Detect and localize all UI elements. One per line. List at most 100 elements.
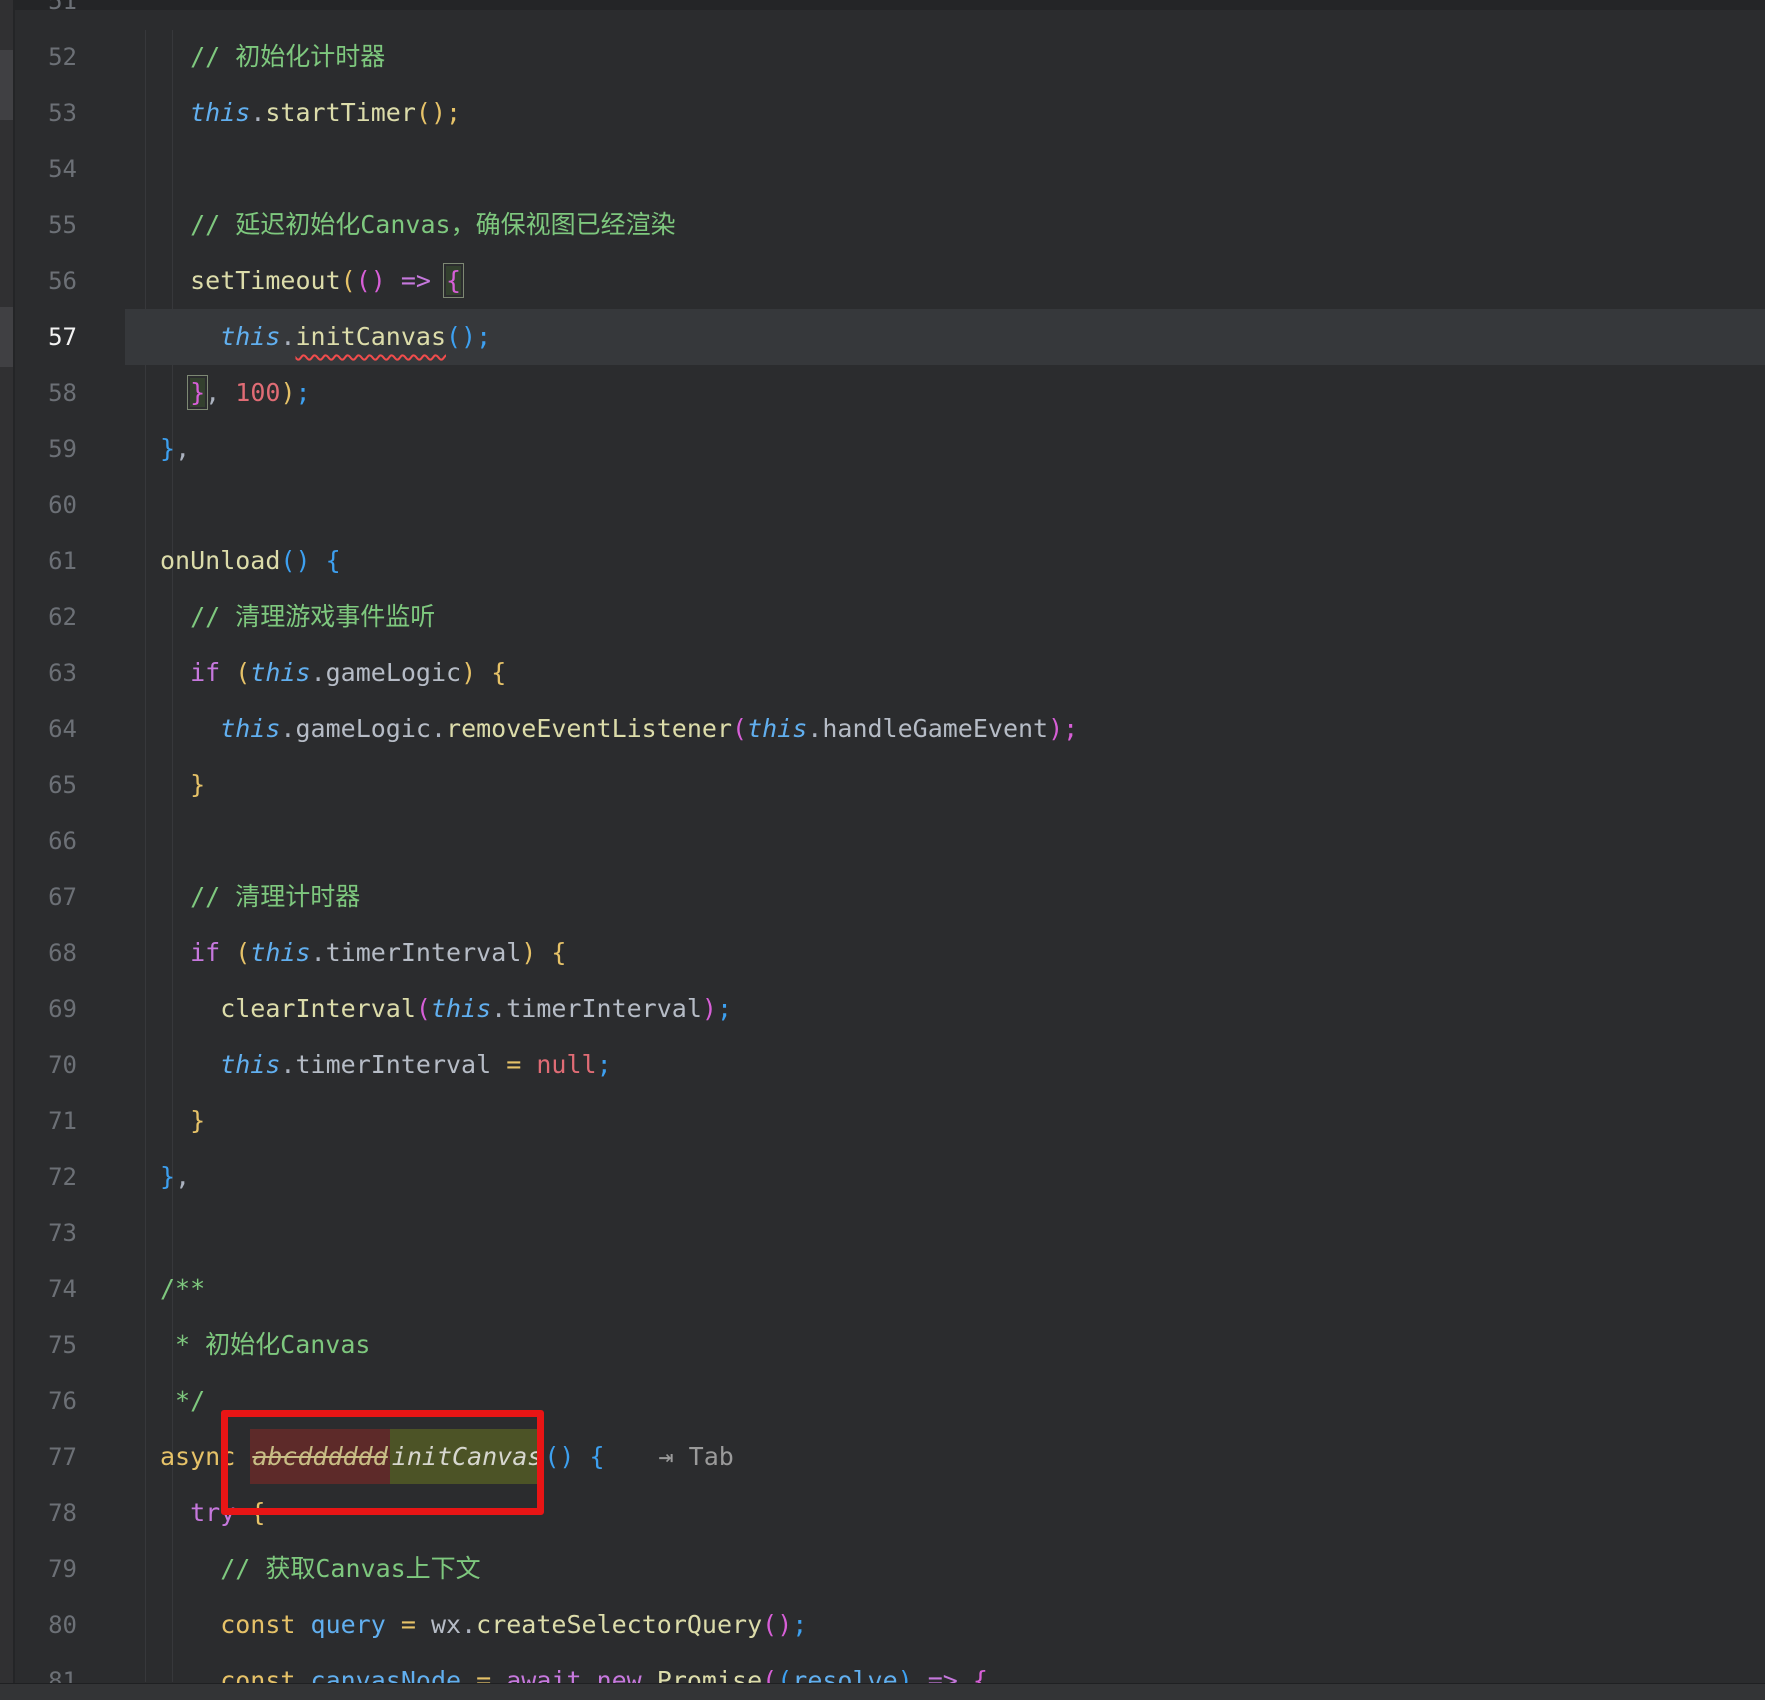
line-number: 52 xyxy=(15,29,125,85)
code-text[interactable] xyxy=(125,477,1765,533)
code-text[interactable]: } xyxy=(125,757,1765,813)
code-token: this xyxy=(160,1050,280,1079)
line-number: 62 xyxy=(15,589,125,645)
code-token: this xyxy=(160,322,280,351)
code-token: this xyxy=(160,714,280,743)
code-line: 77async abcddddddinitCanvas() {⇥ Tab xyxy=(15,1429,1765,1485)
code-line: 79 // 获取Canvas上下文 xyxy=(15,1541,1765,1597)
line-number: 77 xyxy=(15,1429,125,1485)
code-text[interactable]: }, xyxy=(125,1149,1765,1205)
code-text[interactable]: clearInterval(this.timerInterval); xyxy=(125,981,1765,1037)
line-number: 64 xyxy=(15,701,125,757)
code-text[interactable]: async abcddddddinitCanvas() {⇥ Tab xyxy=(125,1429,1765,1485)
code-token: . xyxy=(807,714,822,743)
code-token xyxy=(431,266,446,295)
code-token xyxy=(295,1610,310,1639)
line-number: 69 xyxy=(15,981,125,1037)
code-token: this xyxy=(160,98,250,127)
code-line: 56 setTimeout(() => { xyxy=(15,253,1765,309)
code-lines: 5152 // 初始化计时器53 this.startTimer();5455 … xyxy=(15,0,1765,1700)
code-text[interactable]: // 清理计时器 xyxy=(125,869,1765,925)
code-editor-window: 5152 // 初始化计时器53 this.startTimer();5455 … xyxy=(0,0,1765,1700)
line-number: 80 xyxy=(15,1597,125,1653)
code-token xyxy=(220,938,235,967)
line-number: 74 xyxy=(15,1261,125,1317)
code-token: ( xyxy=(235,658,250,687)
code-token xyxy=(416,1610,431,1639)
code-text[interactable]: * 初始化Canvas xyxy=(125,1317,1765,1373)
line-number: 57 xyxy=(15,309,125,365)
code-token xyxy=(160,378,190,407)
code-text[interactable]: if (this.gameLogic) { xyxy=(125,645,1765,701)
code-text[interactable]: // 清理游戏事件监听 xyxy=(125,589,1765,645)
code-text[interactable]: } xyxy=(125,1093,1765,1149)
code-text[interactable] xyxy=(125,1205,1765,1261)
code-token: clearInterval xyxy=(160,994,416,1023)
code-text[interactable] xyxy=(125,0,1765,29)
code-line: 72}, xyxy=(15,1149,1765,1205)
code-line: 58 }, 100); xyxy=(15,365,1765,421)
line-number: 55 xyxy=(15,197,125,253)
code-token xyxy=(220,658,235,687)
code-line: 62 // 清理游戏事件监听 xyxy=(15,589,1765,645)
code-token: . xyxy=(280,1050,295,1079)
code-token: this xyxy=(250,938,310,967)
code-text[interactable] xyxy=(125,141,1765,197)
inline-suggestion[interactable]: abcddddddinitCanvas xyxy=(250,1429,544,1485)
code-text[interactable]: /** xyxy=(125,1261,1765,1317)
code-text[interactable]: // 延迟初始化Canvas，确保视图已经渲染 xyxy=(125,197,1765,253)
code-token: () xyxy=(762,1610,792,1639)
code-line: 76 */ xyxy=(15,1373,1765,1429)
code-line: 67 // 清理计时器 xyxy=(15,869,1765,925)
code-token: try xyxy=(160,1498,235,1527)
code-token: async xyxy=(160,1442,235,1471)
code-text[interactable]: if (this.timerInterval) { xyxy=(125,925,1765,981)
code-line: 80 const query = wx.createSelectorQuery(… xyxy=(15,1597,1765,1653)
code-token: { xyxy=(326,546,341,575)
code-text[interactable]: // 获取Canvas上下文 xyxy=(125,1541,1765,1597)
code-token: const xyxy=(160,1610,295,1639)
code-text[interactable]: this.gameLogic.removeEventListener(this.… xyxy=(125,701,1765,757)
code-line: 54 xyxy=(15,141,1765,197)
code-line: 65 } xyxy=(15,757,1765,813)
code-token xyxy=(386,1610,401,1639)
code-token: ( xyxy=(341,266,356,295)
code-text[interactable]: this.startTimer(); xyxy=(125,85,1765,141)
code-text[interactable]: setTimeout(() => { xyxy=(125,253,1765,309)
code-text[interactable] xyxy=(125,813,1765,869)
code-text[interactable]: this.initCanvas(); xyxy=(125,309,1765,365)
line-number: 51 xyxy=(15,0,125,29)
code-token: if xyxy=(160,938,220,967)
code-line: 73 xyxy=(15,1205,1765,1261)
overview-ruler-strip[interactable] xyxy=(0,0,13,1700)
code-text[interactable]: // 初始化计时器 xyxy=(125,29,1765,85)
code-text[interactable]: const query = wx.createSelectorQuery(); xyxy=(125,1597,1765,1653)
code-text[interactable]: }, xyxy=(125,421,1765,477)
code-line-current: 57 this.initCanvas(); xyxy=(15,309,1765,365)
code-text[interactable]: this.timerInterval = null; xyxy=(125,1037,1765,1093)
code-text[interactable]: */ xyxy=(125,1373,1765,1429)
code-text[interactable]: }, 100); xyxy=(125,365,1765,421)
code-token: timerInterval xyxy=(326,938,522,967)
code-token: } xyxy=(160,1106,205,1135)
code-text[interactable]: onUnload() { xyxy=(125,533,1765,589)
code-token: if xyxy=(160,658,220,687)
line-number: 66 xyxy=(15,813,125,869)
code-token: timerInterval xyxy=(506,994,702,1023)
code-line: 55 // 延迟初始化Canvas，确保视图已经渲染 xyxy=(15,197,1765,253)
code-token: // 清理计时器 xyxy=(160,882,360,911)
code-token: { xyxy=(491,658,506,687)
code-line: 61onUnload() { xyxy=(15,533,1765,589)
code-token: onUnload xyxy=(160,546,280,575)
line-number: 56 xyxy=(15,253,125,309)
code-token xyxy=(476,658,491,687)
code-text[interactable]: try { xyxy=(125,1485,1765,1541)
ruler-decoration-current xyxy=(0,307,13,367)
tab-accept-hint: ⇥ Tab xyxy=(659,1442,734,1471)
code-token: query xyxy=(311,1610,386,1639)
bracket-match: { xyxy=(446,266,461,295)
suggestion-deleted-text: abcdddddd xyxy=(250,1429,389,1484)
code-token: = xyxy=(506,1050,521,1079)
code-token: ) xyxy=(371,266,401,295)
code-token xyxy=(235,1442,250,1471)
